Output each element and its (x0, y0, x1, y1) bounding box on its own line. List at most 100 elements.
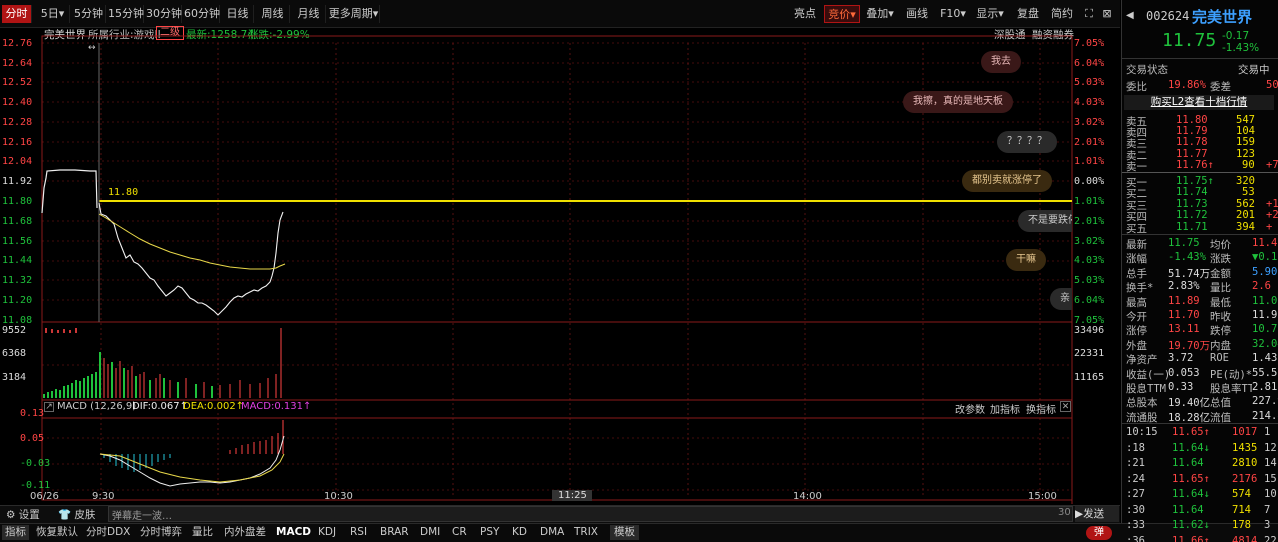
tick-price: 11.64↓ (1172, 488, 1210, 500)
tab-dmi[interactable]: DMI (420, 525, 440, 540)
pct-axis-label: 3.02% (1074, 236, 1105, 247)
danmaku-bubble[interactable]: 我去 (981, 51, 1021, 73)
tab-macd[interactable]: MACD (276, 525, 311, 540)
close-icon[interactable]: ⊠ (1100, 5, 1114, 23)
danmaku-toggle[interactable]: 弹 (1086, 526, 1112, 540)
danmaku-bubble[interactable]: 干嘛 (1006, 249, 1046, 271)
f10-label: F10 (940, 7, 961, 20)
danmaku-bubble[interactable]: 我擦，真的是地天板 (903, 91, 1013, 113)
drag-handle-icon[interactable]: ↔ (88, 43, 96, 53)
tick-time: :27 (1126, 488, 1145, 500)
stat-value: -1.43% (1168, 251, 1206, 264)
period-tab-more[interactable]: 更多周期▾ (328, 5, 380, 23)
stat-value: 227.9 (1252, 395, 1278, 408)
tab-dma[interactable]: DMA (540, 525, 564, 540)
period-tab-30min[interactable]: 30分钟 (146, 5, 182, 23)
volume-axis-label: 11165 (1074, 372, 1105, 383)
tab-kdj[interactable]: KDJ (318, 525, 336, 540)
send-label: 发送 (1083, 508, 1105, 520)
tick-vol: 2810 (1232, 457, 1258, 469)
period-tab-5day[interactable]: 5日▾ (36, 5, 70, 23)
trade-status-value: 交易中 (1238, 64, 1270, 76)
period-tab-15min[interactable]: 15分钟 (108, 5, 144, 23)
macd-title: MACD (12,26,9) (57, 401, 137, 412)
expand-icon[interactable]: ⛶ (1082, 5, 1096, 23)
tab-volume-ratio[interactable]: 量比 (192, 525, 213, 540)
pct-axis-label: 0.00% (1074, 176, 1105, 187)
skin-button[interactable]: 👕 皮肤 (58, 507, 95, 522)
macd-add-indicator[interactable]: 加指标 (990, 401, 1020, 416)
tab-game[interactable]: 分时博弈 (140, 525, 182, 540)
stat-value: 11.70 (1168, 309, 1200, 321)
settings-button[interactable]: ⚙ 设置 (6, 507, 40, 522)
period-tab-5min[interactable]: 5分钟 (72, 5, 106, 23)
tab-template[interactable]: 模板 (610, 525, 639, 540)
tab-trix[interactable]: TRIX (574, 525, 598, 540)
tab-inner-outer[interactable]: 内外盘差 (224, 525, 266, 540)
current-price: 11.75 (1162, 30, 1217, 51)
volume-axis-label: 22331 (1074, 348, 1105, 359)
stat-value: 19.70万 (1168, 339, 1210, 352)
pct-axis-label: 5.03% (1074, 77, 1105, 88)
ask-price: 11.78 (1176, 136, 1208, 148)
bid-volume: 53 (1242, 186, 1255, 198)
highlight-button[interactable]: 亮点 (788, 5, 822, 23)
tab-kd[interactable]: KD (512, 525, 527, 540)
macd-edit-params[interactable]: 改参数 (955, 401, 985, 416)
l2-upgrade-link[interactable]: 购买L2查看十档行情 (1124, 95, 1274, 110)
danmaku-bubble[interactable]: ？？？？ (997, 131, 1057, 153)
ticks-divider (1122, 423, 1278, 424)
price-axis-label: 12.40 (2, 97, 33, 108)
simple-button[interactable]: 简约 (1046, 5, 1078, 23)
replay-button[interactable]: 复盘 (1012, 5, 1044, 23)
display-button[interactable]: 显示▾ (972, 5, 1008, 23)
period-tab-60min[interactable]: 60分钟 (184, 5, 220, 23)
danmaku-input[interactable] (108, 506, 1073, 522)
period-tab-week[interactable]: 周线 (256, 5, 290, 23)
stat-label: 涨停 (1126, 325, 1147, 338)
danmaku-bubble[interactable]: 都别卖就涨停了 (962, 170, 1052, 192)
tab-psy[interactable]: PSY (480, 525, 499, 540)
overlay-button[interactable]: 叠加▾ (862, 5, 898, 23)
pct-axis-label: 7.05% (1074, 38, 1105, 49)
volume-axis-label: 3184 (2, 372, 27, 383)
volume-bars (43, 328, 282, 398)
wb-value: 19.86% (1168, 79, 1206, 91)
trade-status-label: 交易状态 (1126, 64, 1168, 76)
tick-extra: 3 (1264, 519, 1271, 531)
auction-button[interactable]: 竞价▾ (824, 5, 860, 23)
tab-rsi[interactable]: RSI (350, 525, 367, 540)
danmaku-bubble[interactable]: 不是要跌停 (1018, 210, 1072, 232)
tick-price: 11.65↑ (1172, 426, 1210, 438)
tick-extra: 10 (1264, 488, 1277, 500)
tab-cr[interactable]: CR (452, 525, 467, 540)
send-button[interactable]: ▶发送 (1075, 506, 1119, 522)
tick-vol: 4814 (1232, 534, 1258, 542)
stat-value: 3.72 (1168, 352, 1194, 365)
period-tab-day[interactable]: 日线 (222, 5, 254, 23)
price-axis-label: 11.20 (2, 295, 33, 306)
f10-button[interactable]: F10▾ (938, 5, 968, 23)
reference-price-label: 11.80 (108, 187, 139, 198)
macd-change-indicator[interactable]: 换指标 (1026, 401, 1056, 416)
time-axis-label: 9:30 (92, 491, 115, 502)
bid-price: 11.71 (1176, 221, 1208, 233)
period-tab-month[interactable]: 月线 (292, 5, 326, 23)
tab-restore-default[interactable]: 恢复默认 (36, 525, 78, 540)
danmaku-bubble[interactable]: 亲 (1050, 288, 1072, 310)
time-axis-label: 06/26 (30, 491, 59, 502)
period-tab-分时[interactable]: 分时 (2, 5, 32, 23)
tick-price: 11.64 (1172, 457, 1204, 469)
prev-stock-icon[interactable]: ◀ (1126, 10, 1134, 21)
shirt-icon: 👕 (58, 509, 72, 521)
price-axis-label: 11.32 (2, 275, 33, 286)
macd-axis-label: 0.05 (20, 433, 45, 444)
tab-brar[interactable]: BRAR (380, 525, 409, 540)
pct-axis-label: 1.01% (1074, 196, 1105, 207)
macd-value: MACD:0.131↑ (241, 401, 312, 412)
macd-close-icon[interactable]: ✕ (1060, 401, 1071, 412)
macd-axis-label: -0.03 (20, 458, 51, 469)
tab-indicator[interactable]: 指标 (2, 525, 29, 540)
draw-line-button[interactable]: 画线 (900, 5, 934, 23)
tab-ddx[interactable]: 分时DDX (86, 525, 130, 540)
